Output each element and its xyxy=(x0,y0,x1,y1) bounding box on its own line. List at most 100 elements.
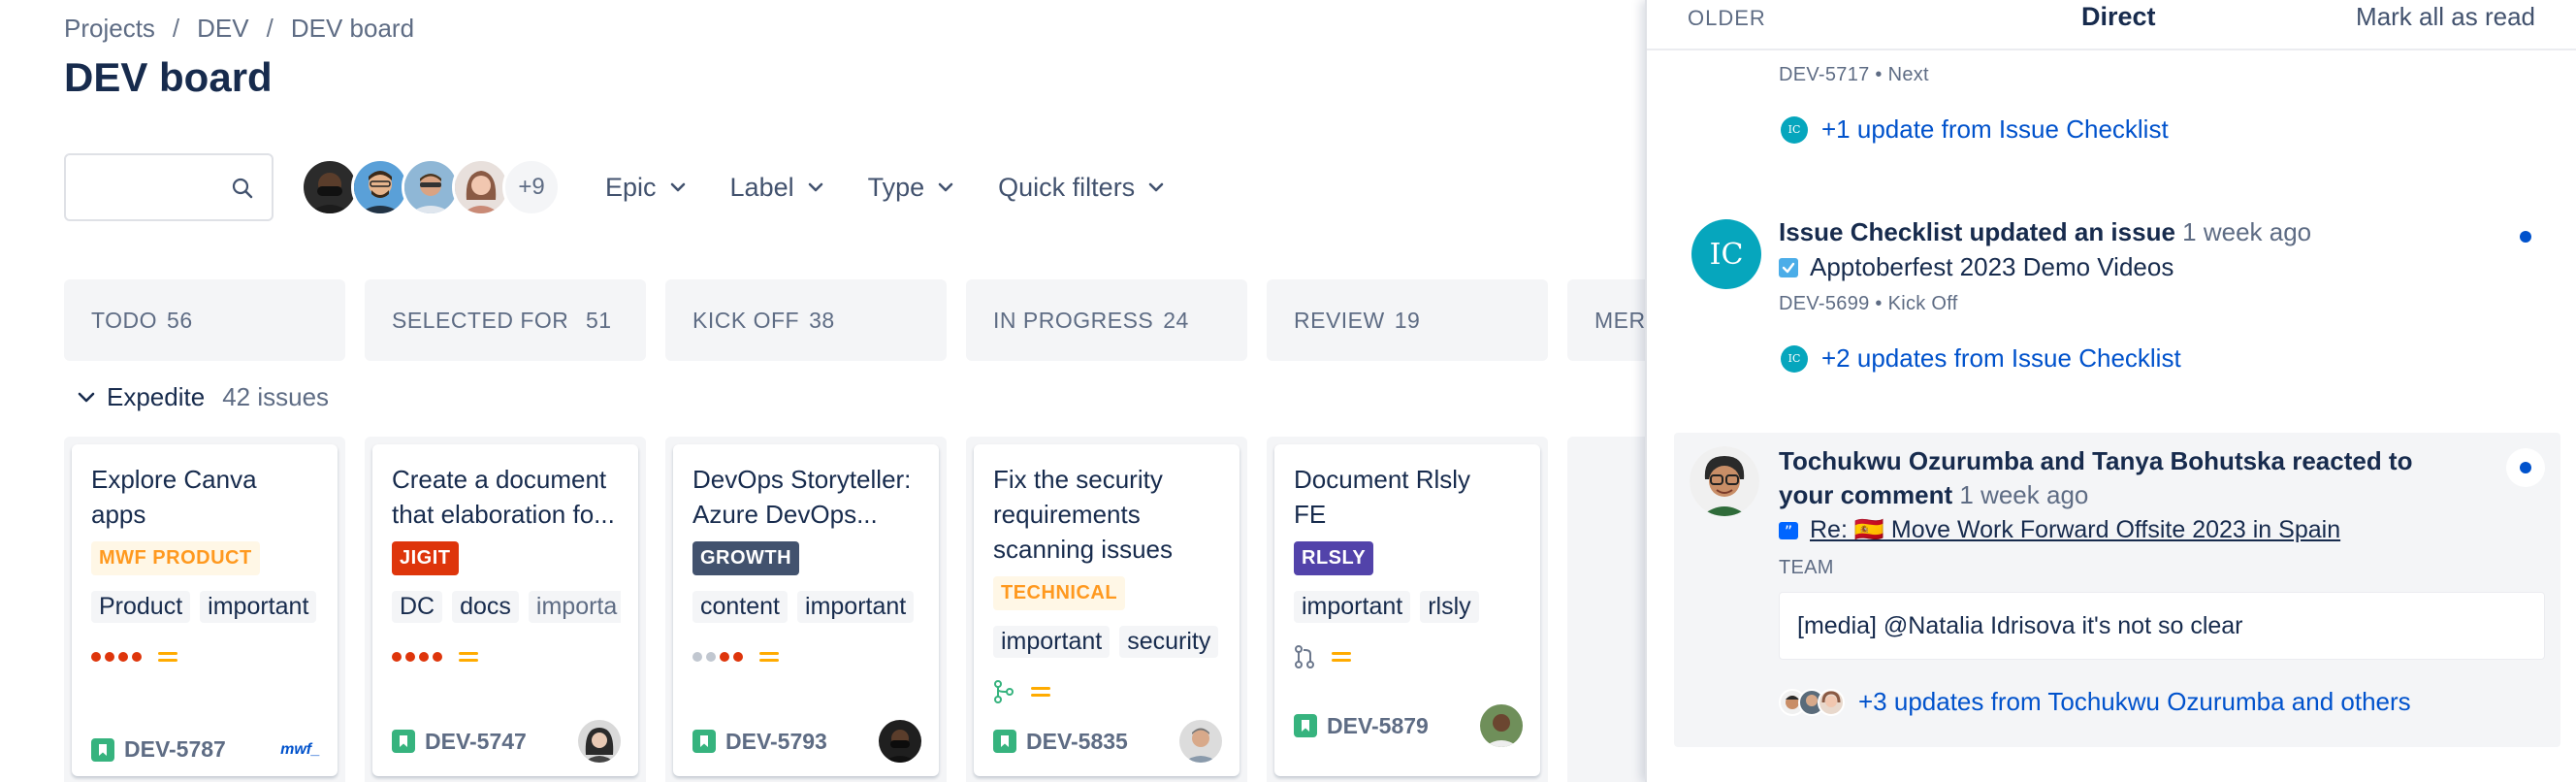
unread-indicator xyxy=(2520,462,2531,473)
notification-issue-title: Apptoberfest 2023 Demo Videos xyxy=(1810,252,2174,281)
filter-quick-filters-text: Quick filters xyxy=(998,172,1136,202)
label-tag: importa xyxy=(528,591,621,623)
card-footer: DEV-5747 xyxy=(392,720,621,763)
issue-key[interactable]: DEV-5793 xyxy=(692,729,827,755)
avatar[interactable] xyxy=(402,158,460,216)
card-title: Fix the security requirements scanning i… xyxy=(993,465,1173,564)
breadcrumb-dev[interactable]: DEV xyxy=(197,14,248,44)
notification-title: Issue Checklist updated an issue 1 week … xyxy=(1779,215,2311,249)
avatar[interactable] xyxy=(301,158,359,216)
column-header-selected[interactable]: SELECTED FOR ... 51 xyxy=(365,279,646,361)
chevron-down-icon xyxy=(808,182,822,192)
notification-item[interactable]: DEV-5717 • Next IC +1 update from Issue … xyxy=(1647,50,2576,167)
search-icon xyxy=(232,178,253,199)
notification-issue-meta: DEV-5699 • Kick Off xyxy=(1779,293,1958,314)
lane-review: Document Rlsly FE RLSLY important rlsly … xyxy=(1267,437,1548,782)
notification-item[interactable]: IC Issue Checklist updated an issue 1 we… xyxy=(1647,204,2576,398)
card-title: Create a document that elaboration fo... xyxy=(392,465,615,529)
notification-issue[interactable]: Apptoberfest 2023 Demo Videos xyxy=(1779,252,2174,282)
filter-type[interactable]: Type xyxy=(868,173,954,203)
label-tag: content xyxy=(692,591,789,623)
notification-updates-link[interactable]: +3 updates from Tochukwu Ozurumba and ot… xyxy=(1779,687,2411,717)
issue-card[interactable]: DevOps Storyteller: Azure DevOps... GROW… xyxy=(673,444,939,776)
lane-selected: Create a document that elaboration fo...… xyxy=(365,437,646,782)
priority-medium-icon xyxy=(759,652,779,662)
swimlane-expedite[interactable]: Expedite 42 issues xyxy=(78,382,329,412)
column-name: IN PROGRESS xyxy=(993,307,1154,333)
column-name: KICK OFF xyxy=(692,307,800,333)
filter-label: Epic xyxy=(605,172,657,202)
column-count: 51 xyxy=(586,307,612,333)
breadcrumb-dev-board[interactable]: DEV board xyxy=(291,14,414,44)
notification-actor: Issue Checklist updated an issue xyxy=(1779,217,2175,246)
column-header-kick-off[interactable]: KICK OFF 38 xyxy=(665,279,947,361)
epic-lozenge: GROWTH xyxy=(692,541,800,575)
story-icon xyxy=(993,730,1016,753)
card-meta xyxy=(692,642,921,671)
notification-updates-text: +3 updates from Tochukwu Ozurumba and ot… xyxy=(1858,687,2411,716)
avatar[interactable] xyxy=(351,158,409,216)
chevron-down-icon xyxy=(78,392,95,402)
issue-key[interactable]: DEV-5835 xyxy=(993,729,1128,755)
unread-indicator[interactable] xyxy=(2520,231,2531,243)
notification-updates-link[interactable]: IC +2 updates from Issue Checklist xyxy=(1781,343,2181,374)
story-points-dots-icon xyxy=(91,652,142,662)
notifications-panel: OLDER Direct Mark all as read DEV-5717 •… xyxy=(1645,0,2576,782)
search-box[interactable] xyxy=(64,153,274,221)
card-labels: Product important xyxy=(91,591,320,623)
column-header-in-progress[interactable]: IN PROGRESS 24 xyxy=(966,279,1247,361)
filter-type-text: Type xyxy=(867,172,925,202)
story-icon xyxy=(1294,714,1317,737)
breadcrumb-projects[interactable]: Projects xyxy=(64,14,155,44)
swimlane-columns: Explore Canva apps MWF PRODUCT Product i… xyxy=(64,437,1649,782)
issue-card[interactable]: Explore Canva apps MWF PRODUCT Product i… xyxy=(72,444,338,776)
issue-key[interactable]: DEV-5747 xyxy=(392,729,527,755)
card-labels: important rlsly xyxy=(1294,591,1523,623)
assignee-avatars: +9 xyxy=(301,158,561,216)
tab-older[interactable]: OLDER xyxy=(1688,6,1766,31)
search-input[interactable] xyxy=(76,155,231,217)
mark-all-read-button[interactable]: Mark all as read xyxy=(2356,2,2535,32)
unread-indicator-circle[interactable] xyxy=(2506,448,2545,487)
filter-epic[interactable]: Epic xyxy=(605,173,686,203)
assignee-avatar[interactable] xyxy=(578,720,621,763)
issue-card[interactable]: Create a document that elaboration fo...… xyxy=(372,444,638,776)
label-tag: important xyxy=(200,591,317,623)
story-points-dots-icon xyxy=(392,652,442,662)
chevron-down-icon xyxy=(670,182,685,192)
issue-key[interactable]: DEV-5787 xyxy=(91,736,226,763)
avatar[interactable] xyxy=(452,158,510,216)
notification-updates-link[interactable]: IC +1 update from Issue Checklist xyxy=(1781,114,2169,145)
board-toolbar: +9 Epic Label Type Quick filters xyxy=(64,153,1164,221)
svg-text:”: ” xyxy=(1785,522,1792,539)
epic-lozenge: MWF PRODUCT xyxy=(91,541,260,575)
issue-card[interactable]: Document Rlsly FE RLSLY important rlsly … xyxy=(1274,444,1540,776)
filter-quick-filters[interactable]: Quick filters xyxy=(998,173,1164,203)
card-meta xyxy=(1294,642,1523,671)
issue-key-text: DEV-5835 xyxy=(1026,728,1128,754)
column-header-merged[interactable]: MER xyxy=(1567,279,1649,361)
issue-key[interactable]: DEV-5879 xyxy=(1294,713,1429,739)
filter-label[interactable]: Label xyxy=(730,173,823,203)
task-checkbox-icon xyxy=(1779,257,1798,277)
card-title: Document Rlsly FE xyxy=(1294,465,1471,529)
assignee-avatar[interactable] xyxy=(1179,720,1222,763)
comment-preview[interactable]: [media] @Natalia Idrisova it's not so cl… xyxy=(1779,592,2545,660)
notification-page[interactable]: ” Re: 🇪🇸 Move Work Forward Offsite 2023 … xyxy=(1779,516,2340,544)
issue-key-text: DEV-5747 xyxy=(425,728,527,754)
filter-label-text: Label xyxy=(729,172,794,202)
branch-icon xyxy=(994,680,1014,703)
column-header-review[interactable]: REVIEW 19 xyxy=(1267,279,1548,361)
more-assignees-button[interactable]: +9 xyxy=(502,158,561,216)
epic-lozenge: TECHNICAL xyxy=(993,576,1126,610)
quote-icon: ” xyxy=(1779,521,1798,539)
notifications-header: OLDER Direct Mark all as read xyxy=(1647,0,2576,50)
assignee-avatar[interactable] xyxy=(879,720,921,763)
assignee-avatar[interactable] xyxy=(1480,704,1523,747)
tab-direct[interactable]: Direct xyxy=(2081,2,2156,32)
notification-item[interactable]: Tochukwu Ozurumba and Tanya Bohutska rea… xyxy=(1674,433,2560,747)
notification-time: 1 week ago xyxy=(2182,217,2312,246)
notification-space: TEAM xyxy=(1779,557,1834,578)
column-header-todo[interactable]: TODO 56 xyxy=(64,279,345,361)
issue-card[interactable]: Fix the security requirements scanning i… xyxy=(974,444,1240,776)
